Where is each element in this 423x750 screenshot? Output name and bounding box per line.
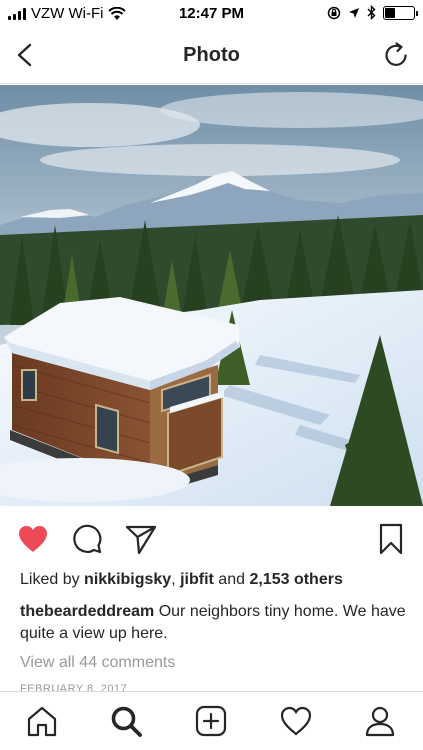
home-icon[interactable] [25, 704, 59, 738]
status-right [327, 5, 418, 20]
page-title: Photo [183, 44, 240, 66]
comment-icon[interactable] [70, 522, 104, 556]
nav-bar: Photo [0, 28, 423, 84]
profile-icon[interactable] [363, 704, 397, 738]
search-icon[interactable] [109, 704, 143, 738]
post-actions [0, 506, 423, 566]
rotation-lock-icon [327, 6, 341, 19]
likes-line: Liked by nikkibigsky, jibfit and 2,153 o… [20, 571, 343, 589]
liked-user-link[interactable]: jibfit [180, 571, 214, 588]
heart-filled-icon[interactable] [16, 522, 50, 556]
view-comments-link[interactable]: View all 44 comments [20, 654, 175, 672]
post-photo[interactable] [0, 85, 423, 506]
liked-user-link[interactable]: nikkibigsky [84, 571, 171, 588]
caption-username[interactable]: thebeardeddream [20, 603, 154, 620]
battery-icon [383, 5, 418, 20]
refresh-icon[interactable] [381, 40, 411, 70]
liked-by-prefix: Liked by [20, 571, 85, 588]
paper-plane-icon[interactable] [124, 522, 158, 556]
status-bar: VZW Wi-Fi 12:47 PM [0, 0, 423, 28]
bluetooth-icon [367, 5, 376, 20]
add-icon[interactable] [194, 704, 228, 738]
post-caption: thebeardeddream Our neighbors tiny home.… [20, 601, 410, 645]
tab-bar [0, 691, 423, 750]
post-date: FEBRUARY 8, 2017 [20, 683, 128, 691]
location-icon [349, 7, 359, 18]
liked-others-link[interactable]: 2,153 others [249, 571, 342, 588]
activity-icon[interactable] [279, 704, 313, 738]
bookmark-icon[interactable] [374, 522, 408, 556]
liked-and: and [213, 571, 250, 588]
battery-level [385, 7, 395, 18]
liked-separator: , [171, 571, 181, 588]
